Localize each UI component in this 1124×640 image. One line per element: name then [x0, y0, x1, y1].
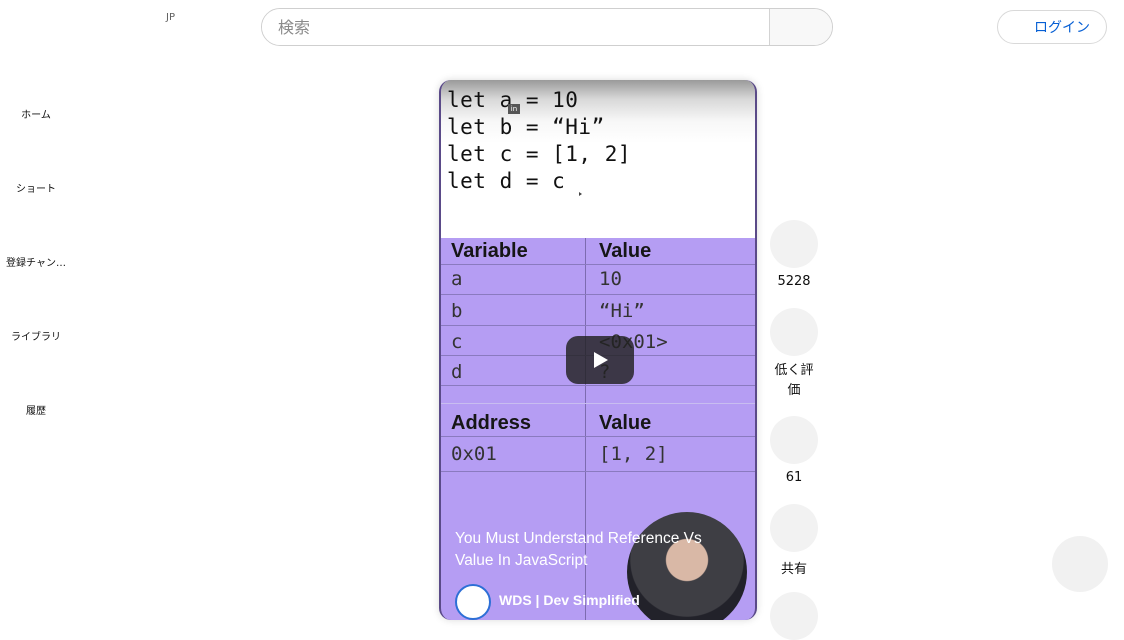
table-cell: d	[451, 361, 463, 383]
comment-count: 61	[785, 470, 803, 485]
sidebar-item-library[interactable]: ライブラリ	[0, 328, 72, 343]
cursor-icon	[579, 192, 582, 196]
comments-button[interactable]	[770, 416, 818, 464]
divider	[441, 264, 755, 265]
channel-name[interactable]: WDS | Dev Simplified	[499, 592, 640, 608]
share-label: 共有	[780, 562, 807, 577]
table-header: Variable	[451, 240, 528, 262]
dislike-button[interactable]	[770, 308, 818, 356]
linkedin-badge: in	[508, 104, 520, 114]
more-button[interactable]	[770, 592, 818, 640]
divider	[441, 325, 755, 326]
table-cell: 0x01	[451, 443, 497, 465]
table-header: Value	[599, 412, 652, 434]
search-box[interactable]	[261, 8, 833, 46]
table-header: Value	[599, 240, 652, 262]
sidebar-item-shorts[interactable]: ショート	[0, 180, 72, 195]
play-button[interactable]	[566, 336, 634, 384]
share-button[interactable]	[770, 504, 818, 552]
table-cell: a	[451, 268, 463, 290]
code-line: let c = [1, 2]	[447, 142, 632, 166]
sidebar-item-label: ライブラリ	[11, 332, 61, 343]
code-line: let b = “Hi”	[447, 115, 605, 139]
code-snippet: let a = 10 let b = “Hi” let c = [1, 2] l…	[441, 80, 755, 238]
sidebar-item-label: ホーム	[21, 110, 51, 121]
table-cell: 10	[599, 268, 622, 290]
dislike-label: 低く評価	[774, 363, 814, 398]
table-cell: c	[451, 331, 463, 353]
table-cell: [1, 2]	[599, 443, 668, 465]
channel-avatar[interactable]	[455, 584, 491, 620]
divider	[441, 294, 755, 295]
play-icon	[594, 352, 608, 368]
sidebar-item-history[interactable]: 履歴	[0, 402, 72, 417]
search-input[interactable]	[262, 9, 769, 45]
divider	[441, 471, 755, 472]
divider	[441, 385, 755, 386]
divider	[441, 436, 755, 437]
login-label: ログイン	[1034, 20, 1090, 36]
table-cell: b	[451, 300, 463, 322]
login-button[interactable]: ログイン	[997, 10, 1107, 44]
next-video-button[interactable]	[1052, 536, 1108, 592]
code-line: let d = c	[447, 169, 566, 193]
table-header: Address	[451, 412, 532, 434]
sidebar-item-home[interactable]: ホーム	[0, 106, 72, 121]
country-code: JP	[166, 12, 175, 23]
search-button[interactable]	[769, 9, 832, 45]
sidebar-item-label: 履歴	[26, 406, 46, 417]
like-count: 5228	[777, 274, 811, 289]
sidebar-item-subscriptions[interactable]: 登録チャン…	[0, 254, 72, 269]
short-video-player[interactable]: let a = 10 let b = “Hi” let c = [1, 2] l…	[439, 80, 757, 620]
table-cell: “Hi”	[599, 300, 645, 322]
like-button[interactable]	[770, 220, 818, 268]
sidebar-item-label: ショート	[16, 184, 56, 195]
video-title[interactable]: You Must Understand Reference Vs Value I…	[455, 528, 725, 572]
divider	[441, 403, 755, 404]
sidebar-item-label: 登録チャン…	[6, 258, 66, 269]
